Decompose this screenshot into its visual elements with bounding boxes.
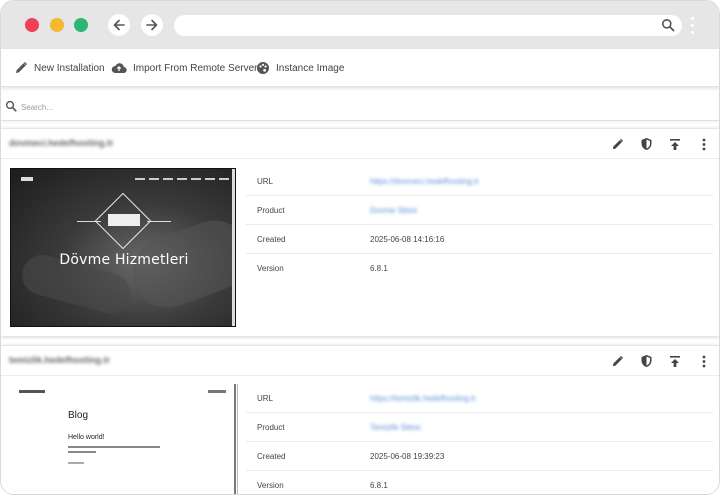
created-value: 2025-06-08 14:16:16 xyxy=(370,235,445,244)
version-row: Version 6.8.1 xyxy=(246,471,713,494)
shield-icon xyxy=(641,138,651,150)
pencil-icon xyxy=(16,61,28,73)
instance-card-header: temizlik.hedefhosting.tr xyxy=(1,346,719,376)
version-value: 6.8.1 xyxy=(370,264,388,273)
toolbar: New Installation Import From Remote Serv… xyxy=(1,49,719,87)
browser-menu-icon[interactable] xyxy=(691,17,695,35)
maximize-window-button[interactable] xyxy=(74,18,88,32)
product-row: Product Dovme Sitesi xyxy=(246,196,713,225)
search-input[interactable] xyxy=(21,98,701,116)
palette-icon xyxy=(257,62,269,74)
product-label: Product xyxy=(257,423,285,432)
arrow-right-icon xyxy=(146,19,158,31)
divider xyxy=(237,384,238,494)
instance-card-header: dovmeci.hedefhosting.tr xyxy=(1,129,719,159)
thumbnail-post: Hello world! xyxy=(68,434,105,441)
more-options-button[interactable] xyxy=(695,353,713,369)
version-value: 6.8.1 xyxy=(370,481,388,490)
edit-instance-button[interactable] xyxy=(608,136,626,152)
created-label: Created xyxy=(257,235,286,244)
created-row: Created 2025-06-08 14:16:16 xyxy=(246,225,713,254)
instance-actions xyxy=(597,136,713,152)
version-row: Version 6.8.1 xyxy=(246,254,713,283)
new-installation-label: New Installation xyxy=(34,62,105,74)
thumbnail-title: Dövme Hizmetleri xyxy=(59,252,189,268)
security-button[interactable] xyxy=(637,136,655,152)
arrow-left-icon xyxy=(113,19,125,31)
pencil-icon xyxy=(612,355,623,366)
search-bar xyxy=(1,93,719,121)
created-value: 2025-06-08 19:39:23 xyxy=(370,452,445,461)
instance-card: temizlik.hedefhosting.tr Blog Hello worl… xyxy=(1,345,719,494)
thumbnail-brand xyxy=(19,390,45,393)
created-row: Created 2025-06-08 19:39:23 xyxy=(246,442,713,471)
instance-thumbnail[interactable]: Blog Hello world! xyxy=(10,384,236,494)
browser-chrome xyxy=(1,1,719,49)
version-label: Version xyxy=(257,481,284,490)
import-remote-button[interactable]: Import From Remote Server xyxy=(111,59,257,77)
search-icon[interactable] xyxy=(661,18,675,32)
app-window: New Installation Import From Remote Serv… xyxy=(0,0,720,495)
shield-icon xyxy=(641,355,651,367)
address-bar[interactable] xyxy=(174,15,682,36)
instance-image-button[interactable]: Instance Image xyxy=(256,59,344,77)
version-label: Version xyxy=(257,264,284,273)
url-link[interactable]: https://temizlik.hedefhosting.tr xyxy=(370,394,476,403)
back-button[interactable] xyxy=(108,14,130,36)
thumbnail-title: Blog xyxy=(68,410,89,421)
search-icon xyxy=(5,100,17,112)
instance-image-label: Instance Image xyxy=(276,62,345,74)
publish-button[interactable] xyxy=(666,136,684,152)
minimize-window-button[interactable] xyxy=(50,18,64,32)
import-remote-label: Import From Remote Server xyxy=(133,62,258,74)
more-vertical-icon xyxy=(702,138,706,150)
product-link[interactable]: Dovme Sitesi xyxy=(370,206,417,215)
instance-actions xyxy=(597,353,713,369)
cloud-upload-icon xyxy=(111,63,127,74)
security-button[interactable] xyxy=(637,353,655,369)
created-label: Created xyxy=(257,452,286,461)
url-row: URL https://temizlik.hedefhosting.tr xyxy=(246,384,713,413)
instance-domain[interactable]: dovmeci.hedefhosting.tr xyxy=(9,138,114,148)
url-label: URL xyxy=(257,394,274,403)
more-vertical-icon xyxy=(702,355,706,367)
url-link[interactable]: https://dovmeci.hedefhosting.tr xyxy=(370,177,479,186)
instance-domain[interactable]: temizlik.hedefhosting.tr xyxy=(9,355,110,365)
thumbnail-link xyxy=(208,390,226,393)
url-row: URL https://dovmeci.hedefhosting.tr xyxy=(246,167,713,196)
product-row: Product Temizlik Sitesi xyxy=(246,413,713,442)
publish-button[interactable] xyxy=(666,353,684,369)
product-label: Product xyxy=(257,206,285,215)
new-installation-button[interactable]: New Installation xyxy=(14,59,105,77)
pencil-icon xyxy=(612,138,623,149)
upload-icon xyxy=(670,138,680,150)
edit-instance-button[interactable] xyxy=(608,353,626,369)
close-window-button[interactable] xyxy=(25,18,39,32)
product-link[interactable]: Temizlik Sitesi xyxy=(370,423,420,432)
upload-icon xyxy=(670,355,680,367)
url-label: URL xyxy=(257,177,274,186)
instance-thumbnail[interactable]: Dövme Hizmetleri xyxy=(10,168,236,327)
instance-card: dovmeci.hedefhosting.tr Dövme Hizmetleri… xyxy=(1,128,719,336)
forward-button[interactable] xyxy=(141,14,163,36)
more-options-button[interactable] xyxy=(695,136,713,152)
